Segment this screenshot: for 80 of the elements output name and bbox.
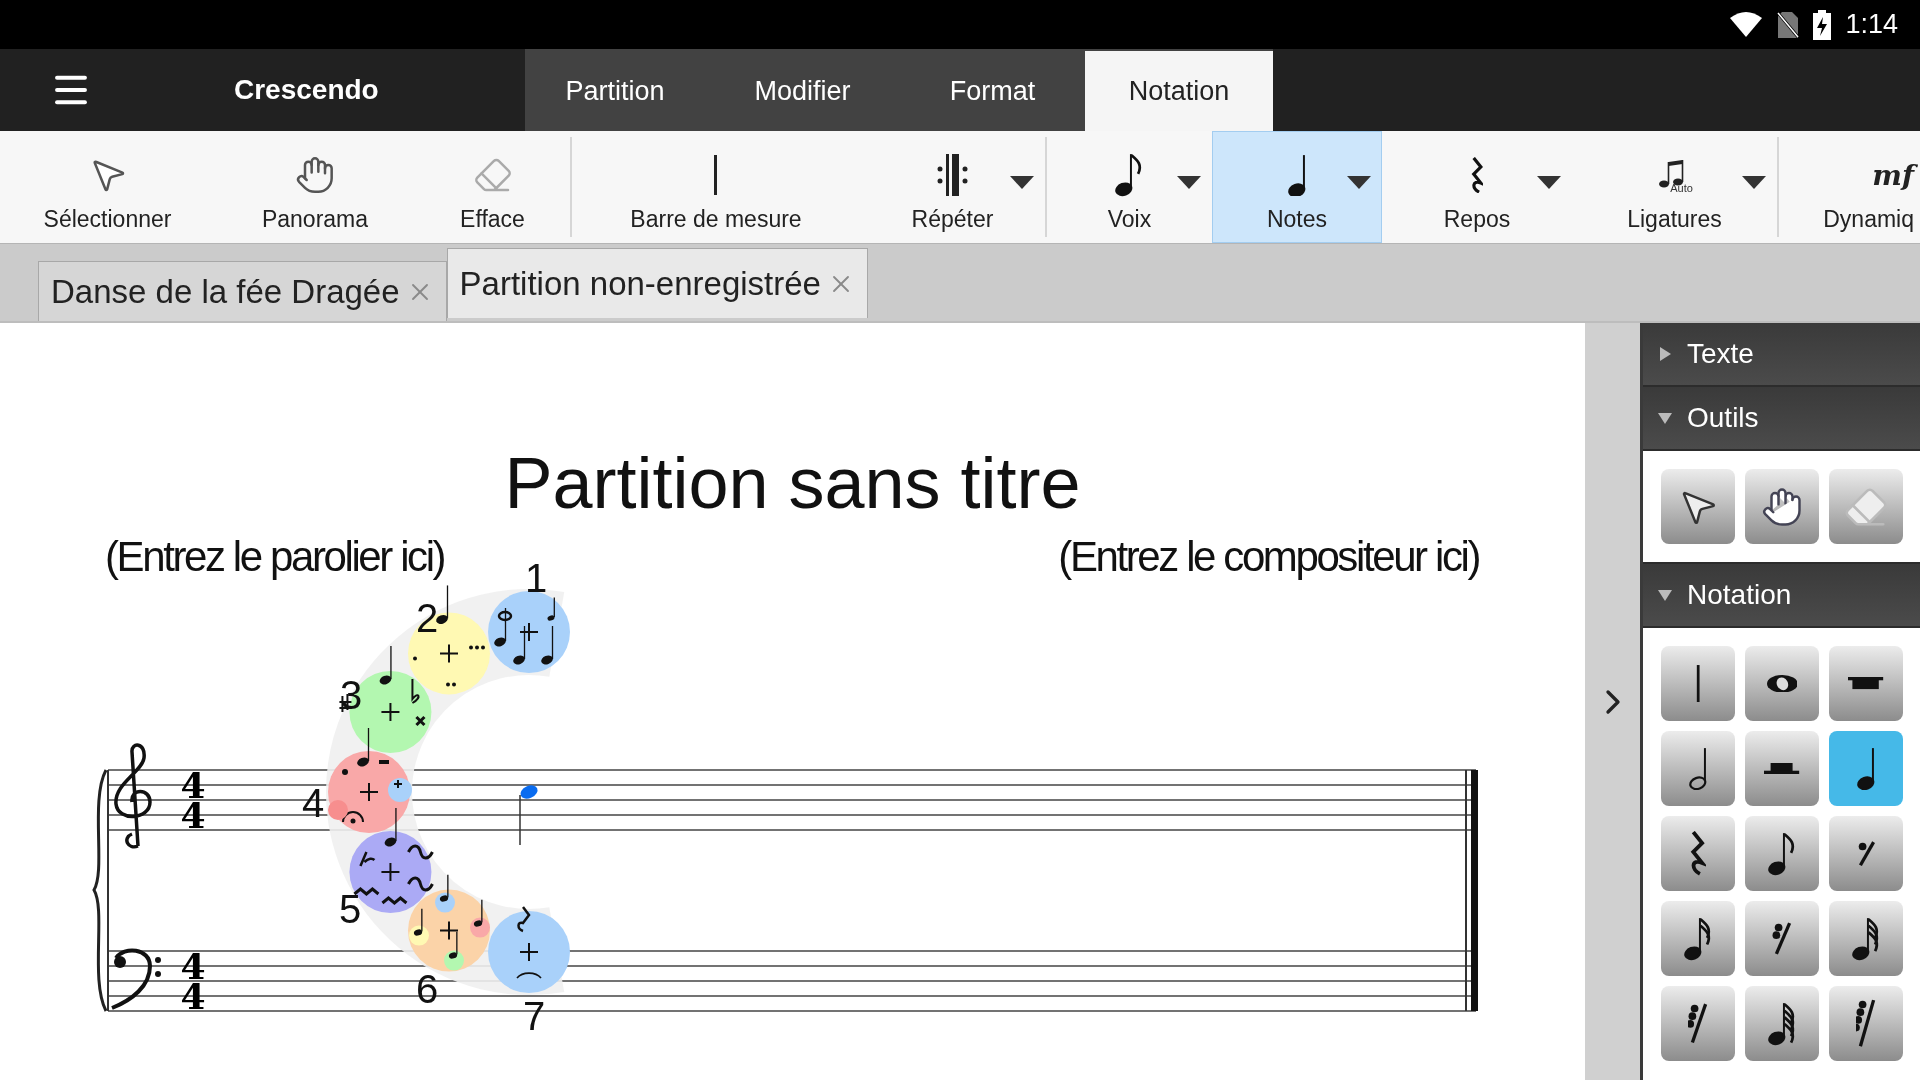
toolbar-button[interactable]: Panorama	[215, 131, 415, 243]
menu-number: 5	[338, 887, 362, 931]
radial-button[interactable]	[338, 645, 432, 753]
notation-button[interactable]	[1829, 731, 1903, 806]
section-header[interactable]: Texte	[1643, 323, 1920, 387]
rest-icon	[1772, 922, 1792, 955]
notation-button[interactable]	[1745, 731, 1819, 806]
note-icon	[1767, 1001, 1797, 1046]
note-icon	[1766, 674, 1798, 693]
expand-icon	[1657, 346, 1673, 362]
notation-button[interactable]	[1661, 816, 1735, 891]
app-title: Crescendo	[234, 74, 379, 106]
notation-button[interactable]	[1829, 646, 1903, 721]
radial-button[interactable]	[408, 584, 490, 695]
note-icon	[1767, 831, 1797, 876]
notation-button[interactable]	[1661, 986, 1735, 1061]
menu-tab[interactable]: Notation	[1085, 51, 1273, 131]
radial-button[interactable]	[408, 874, 490, 972]
notation-button[interactable]	[1745, 816, 1819, 891]
toolbar-button[interactable]: mf Dynamiq	[1779, 131, 1920, 243]
notation-button[interactable]	[1745, 901, 1819, 976]
battery-charging-icon	[1813, 9, 1832, 40]
score-title: Partition sans titre	[503, 442, 1082, 525]
repeat-barline-icon	[935, 154, 970, 196]
toolbar-button[interactable]: Efface	[415, 131, 570, 243]
hand-icon	[1761, 485, 1803, 528]
menu-tab[interactable]: Modifier	[705, 51, 900, 131]
section-header[interactable]: Notation	[1643, 564, 1920, 628]
notation-button[interactable]	[1745, 646, 1819, 721]
radial-button[interactable]	[488, 591, 570, 673]
toolbar-button[interactable]: Auto Ligatures	[1572, 131, 1777, 243]
brace-icon	[92, 769, 108, 1012]
collapse-icon	[1657, 587, 1673, 603]
auto-label: Auto	[1670, 182, 1693, 194]
cursor-note-icon	[519, 785, 538, 846]
note-icon	[1688, 747, 1708, 790]
notation-button[interactable]	[1829, 901, 1903, 976]
barline-icon	[713, 155, 719, 195]
rest-icon	[1690, 830, 1706, 877]
tool-button[interactable]	[1661, 469, 1735, 544]
notation-button[interactable]	[1661, 901, 1735, 976]
toolbar-button[interactable]: Sélectionner	[0, 131, 215, 243]
rest-icon	[1688, 1003, 1708, 1044]
hand-icon	[295, 155, 335, 195]
menu-number: 2	[415, 596, 439, 640]
note-icon	[1683, 916, 1713, 961]
radial-button[interactable]	[488, 906, 570, 993]
note-icon	[1115, 153, 1144, 197]
section-header[interactable]: Outils	[1643, 387, 1920, 451]
rest-icon	[1848, 677, 1884, 690]
menu-tab[interactable]: Partition	[525, 51, 705, 131]
toolbar-button[interactable]: Voix	[1047, 131, 1212, 243]
collapse-icon	[1657, 410, 1673, 426]
toolbar-button[interactable]: Barre de mesure	[572, 131, 860, 243]
document-tab[interactable]: Partition non-enregistrée	[446, 248, 868, 318]
no-sim-icon	[1777, 10, 1800, 39]
note-icon	[1856, 747, 1876, 790]
tool-button[interactable]	[1745, 469, 1819, 544]
toolbar-button[interactable]: Notes	[1212, 131, 1382, 243]
rest-icon	[1470, 156, 1484, 194]
rest-icon	[1856, 840, 1876, 867]
document-tab[interactable]: Danse de la fée Dragée	[38, 261, 447, 321]
notation-button[interactable]	[1745, 986, 1819, 1061]
rest-icon	[1856, 999, 1876, 1048]
rest-icon	[1764, 763, 1800, 774]
clock-time: 1:14	[1845, 9, 1898, 40]
composer-text: (Entrez le compositeur ici)	[1058, 532, 1479, 582]
lyricist-text: (Entrez le parolier ici)	[105, 532, 445, 582]
barline-icon	[1695, 664, 1701, 703]
notation-button[interactable]	[1829, 986, 1903, 1061]
wifi-icon	[1729, 11, 1764, 38]
notation-button[interactable]	[1661, 731, 1735, 806]
toolbar-button[interactable]: Répéter	[860, 131, 1045, 243]
menu-tab[interactable]: Format	[900, 51, 1085, 131]
toolbar-button[interactable]: Repos	[1382, 131, 1572, 243]
note-icon	[1287, 153, 1307, 197]
notation-button[interactable]	[1829, 816, 1903, 891]
radial-button[interactable]	[328, 727, 412, 833]
note-icon	[1851, 916, 1881, 961]
menu-number: 1	[524, 556, 548, 600]
